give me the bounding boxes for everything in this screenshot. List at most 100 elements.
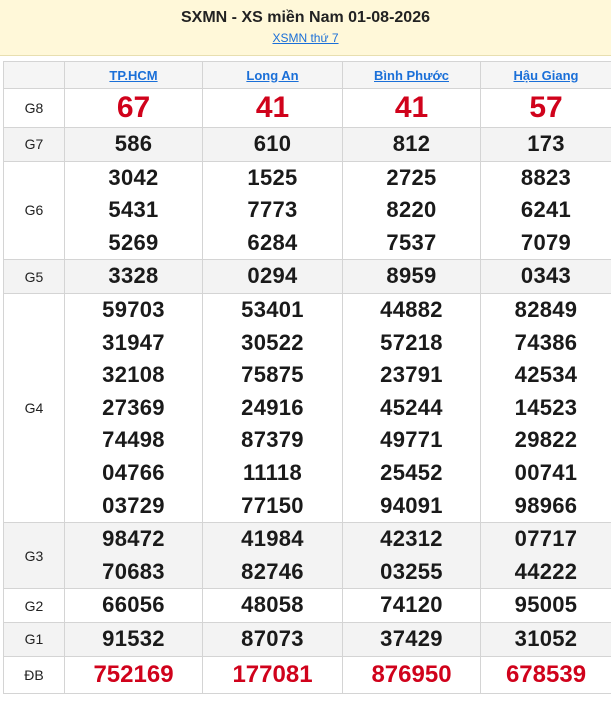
prize-number: 586 <box>114 131 153 156</box>
prize-number: 42534 <box>514 362 578 388</box>
prize-number: 29822 <box>514 427 578 453</box>
page-title: SXMN - XS miền Nam 01-08-2026 <box>181 9 430 26</box>
prize-number: 3042 <box>108 164 159 190</box>
prize-cell: 07717 44222 <box>480 522 611 590</box>
prize-cell: 0294 <box>202 259 343 294</box>
province-header: Bình Phước <box>342 61 481 89</box>
prize-number: 41984 <box>241 526 304 552</box>
prize-number: 44222 <box>514 558 578 584</box>
province-header: Hậu Giang <box>480 61 611 89</box>
prize-number: 87073 <box>241 625 304 651</box>
prize-cell: 31052 <box>480 621 611 657</box>
prize-cell: 586 <box>64 127 203 162</box>
prize-cell: 0343 <box>480 259 611 294</box>
prize-number: 04766 <box>102 459 165 485</box>
prize-number: 44882 <box>380 296 443 322</box>
prize-number: 8220 <box>386 197 437 223</box>
prize-cell: 42312 03255 <box>342 522 481 590</box>
province-link-long-an[interactable]: Long An <box>246 68 298 83</box>
prize-label: G4 <box>3 292 65 524</box>
prize-number: 87379 <box>241 427 304 453</box>
province-link-binh-phuoc[interactable]: Bình Phước <box>374 68 449 83</box>
prize-number: 49771 <box>380 427 443 453</box>
prize-cell: 95005 <box>480 588 611 623</box>
prize-number: 41 <box>394 91 429 124</box>
prize-number: 2725 <box>386 164 437 190</box>
prize-row-đb: ĐB 752169 177081 876950 678539 <box>3 655 611 694</box>
prize-number: 53401 <box>241 296 304 322</box>
prize-number: 82746 <box>241 558 304 584</box>
prize-cell: 3042 5431 5269 <box>64 160 203 261</box>
prize-label: G5 <box>3 259 65 294</box>
prize-label: G8 <box>3 88 65 128</box>
prize-number: 37429 <box>380 625 443 651</box>
prize-number: 45244 <box>380 394 443 420</box>
prize-cell: 1525 7773 6284 <box>202 160 343 261</box>
prize-number: 23791 <box>380 362 443 388</box>
prize-number: 67 <box>116 91 151 124</box>
prize-cell: 82849 74386 42534 14523 29822 00741 98966 <box>480 292 611 524</box>
prize-number: 74120 <box>380 592 443 618</box>
xsmn-weekday-link[interactable]: XSMN thứ 7 <box>0 30 611 46</box>
prize-cell: 3328 <box>64 259 203 294</box>
prize-cell: 87073 <box>202 621 343 657</box>
prize-number: 8823 <box>520 164 572 190</box>
prize-number: 752169 <box>93 660 174 688</box>
prize-cell: 59703 31947 32108 27369 74498 04766 03729 <box>64 292 203 524</box>
prize-number: 98472 <box>102 526 165 552</box>
prize-row-g2: G2 66056 48058 74120 95005 <box>3 588 611 623</box>
prize-cell: 173 <box>480 127 611 162</box>
prize-number: 7537 <box>386 229 437 255</box>
prize-row-g3: G3 98472 70683 41984 82746 42312 03255 07717 442… <box>3 522 611 590</box>
prize-rows: G8 67 41 41 57 G7 586 610 812 173 G6 3042 5431 5269 15… <box>3 88 611 694</box>
prize-number: 00741 <box>514 459 578 485</box>
prize-cell: 177081 <box>202 655 343 694</box>
prize-number: 6241 <box>520 197 572 223</box>
province-header: Long An <box>202 61 343 89</box>
prize-number: 5269 <box>108 229 159 255</box>
prize-number: 7079 <box>520 229 572 255</box>
prize-number: 95005 <box>514 592 578 618</box>
prize-cell: 98472 70683 <box>64 522 203 590</box>
prize-label: ĐB <box>3 655 65 694</box>
prize-number: 5431 <box>108 197 159 223</box>
province-header: TP.HCM <box>64 61 203 89</box>
province-link-hau-giang[interactable]: Hậu Giang <box>513 68 578 83</box>
prize-number: 812 <box>392 131 431 156</box>
prize-label: G2 <box>3 588 65 623</box>
prize-number: 7773 <box>247 197 298 223</box>
province-header-row: TP.HCM Long An Bình Phước Hậu Giang <box>3 61 611 89</box>
prize-label: G1 <box>3 621 65 657</box>
prize-number: 82849 <box>514 296 578 322</box>
prize-number: 30522 <box>241 329 304 355</box>
province-link-tphcm[interactable]: TP.HCM <box>109 68 157 83</box>
prize-cell: 812 <box>342 127 481 162</box>
prize-row-g8: G8 67 41 41 57 <box>3 88 611 128</box>
prize-row-g7: G7 586 610 812 173 <box>3 127 611 162</box>
prize-number: 3328 <box>108 263 159 289</box>
prize-number: 59703 <box>102 296 165 322</box>
prize-cell: 66056 <box>64 588 203 623</box>
prize-number: 91532 <box>102 625 165 651</box>
prize-row-g4: G4 59703 31947 32108 27369 74498 04766 03729 534… <box>3 292 611 524</box>
prize-number: 75875 <box>241 362 304 388</box>
prize-number: 610 <box>253 131 292 156</box>
prize-cell: 74120 <box>342 588 481 623</box>
prize-number: 94091 <box>380 492 443 518</box>
prize-number: 6284 <box>247 229 298 255</box>
prize-number: 27369 <box>102 394 165 420</box>
prize-number: 876950 <box>371 660 452 688</box>
prize-number: 98966 <box>514 492 578 518</box>
prize-cell: 610 <box>202 127 343 162</box>
prize-number: 31052 <box>514 625 578 651</box>
prize-cell: 44882 57218 23791 45244 49771 25452 94091 <box>342 292 481 524</box>
prize-cell: 41984 82746 <box>202 522 343 590</box>
prize-number: 70683 <box>102 558 165 584</box>
prize-number: 57218 <box>380 329 443 355</box>
prize-cell: 91532 <box>64 621 203 657</box>
prize-cell: 752169 <box>64 655 203 694</box>
prize-label: G6 <box>3 160 65 261</box>
prize-number: 11118 <box>242 459 303 485</box>
prize-number: 0343 <box>520 263 572 289</box>
prize-cell: 37429 <box>342 621 481 657</box>
